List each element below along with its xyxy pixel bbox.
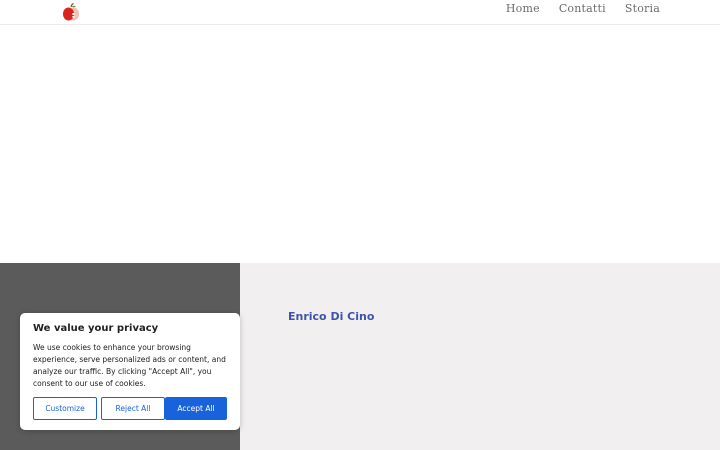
site-logo-link[interactable] xyxy=(61,2,81,22)
main-nav: Home Contatti Storia xyxy=(506,0,660,17)
site-header: Home Contatti Storia xyxy=(0,0,720,25)
cookie-description: We use cookies to enhance your browsing … xyxy=(33,343,226,388)
cookie-consent-banner: We value your privacy We use cookies to … xyxy=(20,313,240,430)
person-name-heading: Enrico Di Cino xyxy=(288,310,375,323)
cookie-title: We value your privacy xyxy=(33,323,159,334)
cookie-button-row: Customize Reject All Accept All xyxy=(33,397,227,420)
apple-logo-icon xyxy=(63,2,79,21)
reject-all-button[interactable]: Reject All xyxy=(101,397,165,420)
customize-button[interactable]: Customize xyxy=(33,397,97,420)
profile-panel: Enrico Di Cino xyxy=(240,263,720,450)
nav-contatti[interactable]: Contatti xyxy=(559,0,606,17)
accept-all-button[interactable]: Accept All xyxy=(165,397,227,420)
nav-storia[interactable]: Storia xyxy=(625,0,660,17)
page: Home Contatti Storia Enrico Di Cino We v… xyxy=(0,0,720,450)
nav-home[interactable]: Home xyxy=(506,0,540,17)
